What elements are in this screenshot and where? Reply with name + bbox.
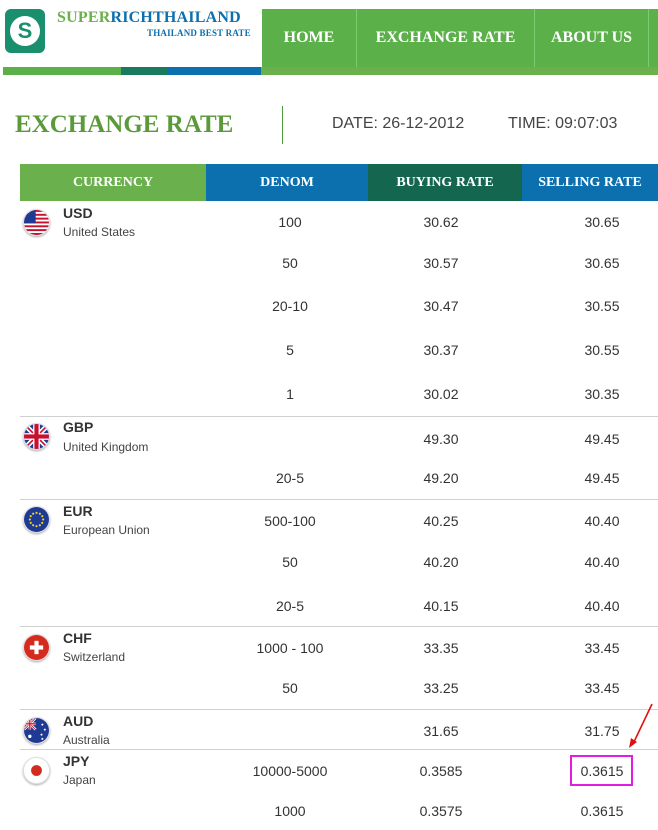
denom-cell: 1000 - 100 <box>256 640 324 656</box>
buying-rate-cell: 33.25 <box>423 680 459 696</box>
currency-block-aud: AUD Australia 31.65 31.75 <box>20 709 658 749</box>
denom-cell: 20-10 <box>272 298 308 314</box>
table-row: 5 30.37 30.55 <box>20 340 658 360</box>
table-row: 31.65 31.75 <box>20 721 658 741</box>
denom-cell: 50 <box>282 680 298 696</box>
denom-cell: 20-5 <box>275 598 305 614</box>
table-header: CURRENCY DENOM BUYING RATE SELLING RATE <box>20 164 658 201</box>
selling-rate-cell: 33.45 <box>584 640 620 656</box>
column-header-denom: DENOM <box>206 164 368 201</box>
denom-cell: 50 <box>282 255 298 271</box>
selling-rate-cell: 40.40 <box>584 554 620 570</box>
arrow-icon <box>629 703 653 748</box>
currency-block-usd: USD United States 100 30.62 30.65 50 30.… <box>20 201 658 416</box>
table-row: 10000-5000 0.3585 0.3615 <box>20 761 658 781</box>
selling-rate-cell: 30.65 <box>584 255 620 271</box>
table-row: 20-10 30.47 30.55 <box>20 296 658 316</box>
brand-name[interactable]: SUPERRICHTHAILAND <box>57 9 241 27</box>
nav-about-us[interactable]: ABOUT US <box>535 9 649 67</box>
time-label: TIME: 09:07:03 <box>508 115 618 132</box>
buying-rate-cell: 40.20 <box>423 554 459 570</box>
buying-rate-cell: 30.57 <box>423 255 459 271</box>
selling-rate-cell: 0.3615 <box>580 803 624 819</box>
table-row: 500-100 40.25 40.40 <box>20 511 658 531</box>
buying-rate-cell: 0.3575 <box>419 803 463 819</box>
column-header-currency: CURRENCY <box>20 164 206 201</box>
currency-block-gbp: GBP United Kingdom 49.30 49.45 20-5 49.2… <box>20 416 658 499</box>
selling-rate-cell: 30.55 <box>584 298 620 314</box>
selling-rate-cell: 30.35 <box>584 386 620 402</box>
denom-cell: 5 <box>286 342 294 358</box>
denom-cell: 1 <box>286 386 294 402</box>
buying-rate-cell: 31.65 <box>423 723 459 739</box>
buying-rate-cell: 30.62 <box>423 214 459 230</box>
table-row: 50 30.57 30.65 <box>20 253 658 273</box>
column-header-selling-rate: SELLING RATE <box>522 164 658 201</box>
buying-rate-cell: 33.35 <box>423 640 459 656</box>
table-row: 1000 - 100 33.35 33.45 <box>20 638 658 658</box>
table-row: 49.30 49.45 <box>20 429 658 449</box>
main-nav: HOME EXCHANGE RATE ABOUT US <box>262 9 658 67</box>
highlight-box <box>570 755 633 786</box>
brand-part-2: RICHTHAILAND <box>110 9 241 26</box>
buying-rate-cell: 49.30 <box>423 431 459 447</box>
selling-rate-cell: 30.65 <box>584 214 620 230</box>
brand-tagline: THAILAND BEST RATE <box>147 28 251 38</box>
denom-cell: 500-100 <box>264 513 316 529</box>
table-row: 50 33.25 33.45 <box>20 678 658 698</box>
buying-rate-cell: 30.37 <box>423 342 459 358</box>
table-row: 20-5 49.20 49.45 <box>20 468 658 488</box>
denom-cell: 20-5 <box>275 470 305 486</box>
brand-part-1: SUPER <box>57 9 111 26</box>
selling-rate-cell: 49.45 <box>584 431 620 447</box>
selling-rate-cell: 33.45 <box>584 680 620 696</box>
page-title: EXCHANGE RATE <box>15 111 234 138</box>
currency-block-chf: CHF Switzerland 1000 - 100 33.35 33.45 5… <box>20 626 658 709</box>
denom-cell: 1000 <box>274 803 306 819</box>
buying-rate-cell: 30.47 <box>423 298 459 314</box>
buying-rate-cell: 0.3585 <box>419 763 463 779</box>
logo-icon[interactable]: S <box>5 9 45 53</box>
table-row: 100 30.62 30.65 <box>20 212 658 232</box>
table-row: 20-5 40.15 40.40 <box>20 596 658 616</box>
column-header-buying-rate: BUYING RATE <box>368 164 522 201</box>
table-row: 1000 0.3575 0.3615 <box>20 801 658 821</box>
buying-rate-cell: 49.20 <box>423 470 459 486</box>
nav-home[interactable]: HOME <box>262 9 357 67</box>
nav-exchange-rate[interactable]: EXCHANGE RATE <box>357 9 535 67</box>
denom-cell: 10000-5000 <box>252 763 328 779</box>
table-row: 1 30.02 30.35 <box>20 384 658 404</box>
header-color-bar <box>3 67 658 75</box>
denom-cell: 50 <box>282 554 298 570</box>
date-label: DATE: 26-12-2012 <box>332 115 465 132</box>
currency-block-eur: EUR European Union 500-100 40.25 40.40 5… <box>20 499 658 626</box>
currency-block-jpy: JPY Japan 10000-5000 0.3585 0.3615 1000 … <box>20 749 658 830</box>
table-row: 50 40.20 40.40 <box>20 552 658 572</box>
selling-rate-cell: 30.55 <box>584 342 620 358</box>
nav-end <box>649 9 658 67</box>
selling-rate-cell: 40.40 <box>584 513 620 529</box>
buying-rate-cell: 40.25 <box>423 513 459 529</box>
denom-cell: 100 <box>278 214 302 230</box>
buying-rate-cell: 40.15 <box>423 598 459 614</box>
selling-rate-cell: 40.40 <box>584 598 620 614</box>
buying-rate-cell: 30.02 <box>423 386 459 402</box>
title-divider <box>282 106 283 144</box>
selling-rate-cell: 49.45 <box>584 470 620 486</box>
